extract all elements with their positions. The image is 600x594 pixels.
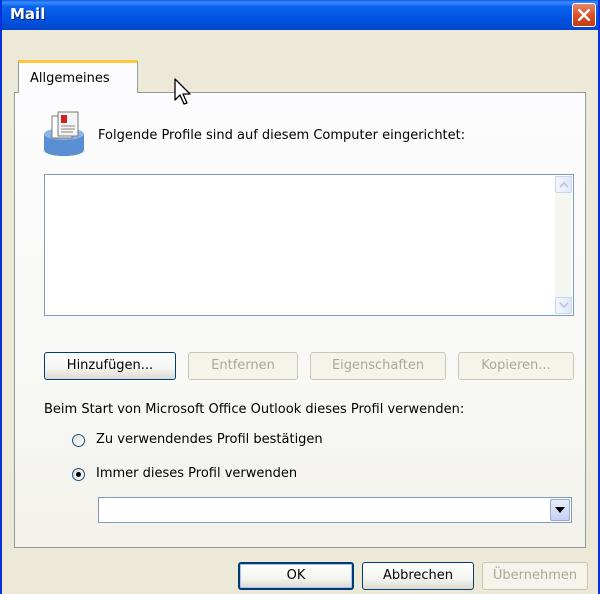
close-icon — [578, 9, 590, 21]
scroll-up-button[interactable] — [555, 176, 572, 193]
radio-button-confirm[interactable] — [72, 434, 85, 447]
apply-button[interactable]: Übernehmen — [482, 562, 588, 590]
profile-select[interactable] — [98, 497, 572, 523]
close-button[interactable] — [572, 3, 596, 27]
radio-button-always[interactable] — [72, 468, 85, 481]
radio-selected-dot — [76, 472, 81, 477]
ok-button[interactable]: OK — [238, 562, 354, 590]
copy-button[interactable]: Kopieren... — [458, 352, 574, 380]
startup-label: Beim Start von Microsoft Office Outlook … — [44, 402, 465, 417]
window-title: Mail — [10, 5, 46, 23]
scroll-down-icon — [559, 302, 569, 309]
title-bar[interactable]: Mail — [2, 0, 598, 30]
listbox-scrollbar[interactable] — [555, 176, 572, 314]
radio-label-confirm: Zu verwendendes Profil bestätigen — [96, 432, 323, 447]
dropdown-arrow-button[interactable] — [550, 499, 570, 521]
properties-button[interactable]: Eigenschaften — [310, 352, 446, 380]
dropdown-arrow-icon — [555, 507, 565, 513]
radio-label-always: Immer dieses Profil verwenden — [96, 466, 298, 481]
scroll-down-button[interactable] — [555, 297, 572, 314]
profiles-listbox[interactable] — [44, 174, 574, 316]
profiles-icon — [44, 111, 84, 156]
cancel-button[interactable]: Abbrechen — [362, 562, 474, 590]
add-button[interactable]: Hinzufügen... — [44, 352, 176, 380]
tab-label: Allgemeines — [30, 71, 110, 86]
profiles-label: Folgende Profile sind auf diesem Compute… — [98, 128, 466, 143]
scroll-up-icon — [559, 181, 569, 188]
mouse-cursor-icon — [174, 78, 191, 105]
mail-dialog: Mail Allgemeines Folgende Profile sind a… — [0, 0, 600, 594]
remove-button[interactable]: Entfernen — [188, 352, 298, 380]
tab-allgemeines[interactable]: Allgemeines — [18, 60, 138, 93]
